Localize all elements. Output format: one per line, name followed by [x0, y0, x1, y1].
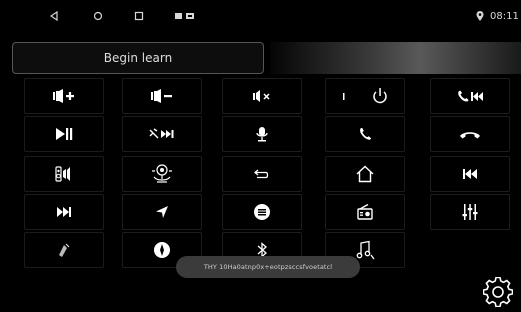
key-phone-answer[interactable] [325, 116, 405, 152]
key-microphone[interactable] [222, 116, 302, 152]
key-volume-up[interactable] [24, 78, 104, 114]
key-volume-down[interactable] [122, 78, 202, 114]
key-previous-track[interactable] [430, 156, 510, 192]
menu-circle-icon [254, 204, 270, 220]
key-mute-next[interactable] [122, 116, 202, 152]
next-track-icon [57, 207, 71, 217]
music-note-icon [356, 240, 375, 260]
location-pin-icon [474, 8, 486, 24]
phone-answer-icon [360, 128, 371, 140]
key-back[interactable] [222, 156, 302, 192]
key-navigation-arrow[interactable] [122, 194, 202, 230]
microphone-icon [256, 127, 268, 142]
key-home[interactable] [325, 156, 405, 192]
status-bar: 08:11 [0, 0, 521, 32]
notification-icons [172, 8, 198, 24]
settings-button[interactable] [480, 276, 516, 308]
key-play-pause[interactable] [24, 116, 104, 152]
equalizer-icon [462, 204, 478, 220]
speaker-icon [55, 166, 70, 182]
key-mute[interactable] [222, 78, 302, 114]
mute-icon [253, 90, 270, 102]
previous-track-icon [463, 169, 477, 179]
phone-hangup-icon [460, 132, 480, 139]
key-next-track[interactable] [24, 194, 104, 230]
call-previous-icon [458, 90, 483, 102]
compass-icon [154, 242, 170, 258]
key-power[interactable] [325, 78, 405, 114]
key-menu[interactable] [222, 194, 302, 230]
back-icon [254, 169, 269, 179]
key-radio[interactable] [325, 194, 405, 230]
key-equalizer[interactable] [430, 194, 510, 230]
volume-down-icon [151, 89, 172, 103]
key-navigation-mode[interactable] [122, 156, 202, 192]
gear-icon [483, 277, 513, 307]
toast-message: THY 10Ha0atnp0x+eotpzsccsfvoetatcl [176, 256, 360, 278]
mute-next-icon [149, 128, 174, 139]
volume-up-icon [53, 89, 74, 103]
play-pause-icon [56, 128, 73, 140]
home-icon [356, 165, 374, 183]
key-assistant[interactable] [24, 232, 104, 268]
navigation-mode-icon [152, 164, 172, 183]
assistant-icon [59, 243, 70, 257]
home-icon[interactable] [91, 8, 105, 24]
key-call-previous[interactable] [430, 78, 510, 114]
navigation-arrow-icon [156, 206, 168, 218]
clock: 08:11 [490, 10, 519, 22]
radio-icon [357, 203, 373, 220]
begin-learn-button[interactable]: Begin learn [12, 42, 264, 74]
learn-status-banner [270, 42, 521, 74]
recents-icon[interactable] [132, 8, 146, 24]
power-icon [343, 88, 387, 104]
key-speaker[interactable] [24, 156, 104, 192]
back-icon[interactable] [47, 8, 61, 24]
key-phone-hangup[interactable] [430, 116, 510, 152]
